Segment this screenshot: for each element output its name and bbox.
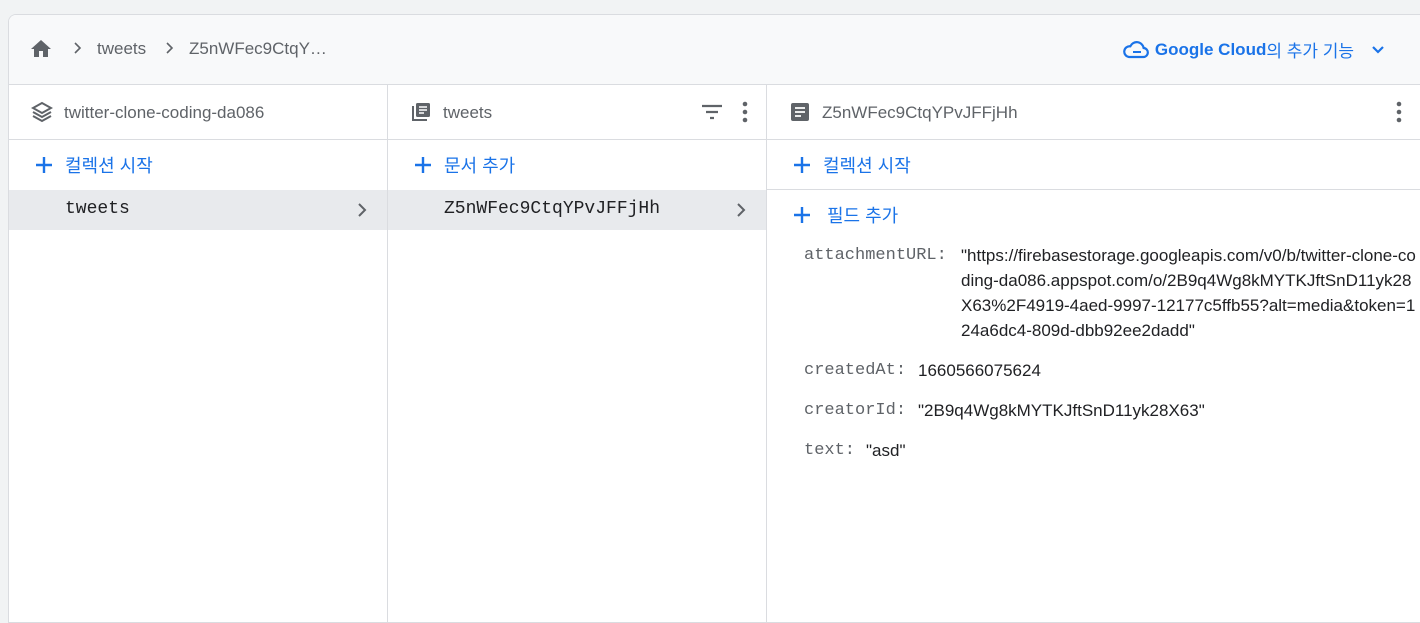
start-collection-label: 컬렉션 시작	[65, 156, 153, 176]
list-item-document[interactable]: Z5nWFec9CtqYPvJFFjHh	[388, 190, 766, 230]
collection-title: tweets	[443, 103, 493, 122]
plus-icon	[794, 207, 810, 223]
field-value: "2B9q4Wg8kMYTKJftSnD11yk28X63"	[918, 401, 1205, 420]
google-cloud-suffix: 의 추가 기능	[1266, 42, 1354, 61]
root-column-header: twitter-clone-coding-da086	[9, 85, 387, 140]
chevron-down-icon	[1372, 45, 1384, 54]
field-key: text:	[804, 441, 856, 460]
document-title: Z5nWFec9CtqYPvJFFjHh	[822, 103, 1018, 122]
list-item-collection[interactable]: tweets	[9, 190, 387, 230]
more-vert-icon[interactable]	[1395, 100, 1403, 124]
chevron-right-icon	[74, 42, 82, 54]
field-list: attachmentURL: "https://firebasestorage.…	[767, 243, 1420, 478]
add-field-button[interactable]: 필드 추가	[767, 190, 1420, 240]
field-value: "asd"	[866, 441, 906, 460]
chevron-right-icon	[737, 203, 746, 217]
project-title: twitter-clone-coding-da086	[64, 103, 265, 122]
add-document-button[interactable]: 문서 추가	[388, 140, 766, 190]
start-subcollection-label: 컬렉션 시작	[823, 156, 911, 176]
document-column: Z5nWFec9CtqYPvJFFjHh 컬렉션 시작 필드 추가 attach…	[767, 85, 1420, 622]
collection-name: tweets	[65, 199, 130, 219]
breadcrumb-bar: tweets Z5nWFec9CtqY… Google Cloud 의 추가 기…	[9, 15, 1420, 85]
collection-column-header: tweets	[388, 85, 766, 140]
plus-icon	[36, 157, 52, 173]
start-subcollection-button[interactable]: 컬렉션 시작	[767, 140, 1420, 190]
field-key: attachmentURL:	[804, 246, 947, 265]
field-row[interactable]: attachmentURL: "https://firebasestorage.…	[767, 243, 1420, 343]
chevron-right-icon	[166, 42, 174, 54]
field-row[interactable]: text: "asd"	[767, 438, 1420, 463]
breadcrumb-item-tweets[interactable]: tweets	[97, 39, 146, 59]
home-icon[interactable]	[29, 37, 53, 61]
plus-icon	[794, 157, 810, 173]
start-collection-button[interactable]: 컬렉션 시작	[9, 140, 387, 190]
more-vert-icon[interactable]	[741, 100, 749, 124]
firestore-panel: tweets Z5nWFec9CtqY… Google Cloud 의 추가 기…	[8, 14, 1420, 623]
field-key: createdAt:	[804, 361, 907, 380]
google-cloud-extras-button[interactable]: Google Cloud 의 추가 기능	[1122, 37, 1390, 62]
add-document-label: 문서 추가	[444, 156, 516, 176]
collection-icon	[412, 103, 430, 121]
breadcrumb-item-document[interactable]: Z5nWFec9CtqY…	[189, 39, 327, 59]
database-icon	[31, 101, 53, 123]
field-value: "https://firebasestorage.googleapis.com/…	[961, 246, 1416, 340]
collection-column: tweets 문서 추가 Z5nWFec9CtqYPvJFFjHh	[388, 85, 767, 622]
plus-icon	[415, 157, 431, 173]
google-cloud-brand: Google Cloud	[1154, 39, 1267, 59]
chevron-right-icon	[358, 203, 367, 217]
document-column-header: Z5nWFec9CtqYPvJFFjHh	[767, 85, 1420, 140]
add-field-label: 필드 추가	[827, 206, 899, 226]
root-column: twitter-clone-coding-da086 컬렉션 시작 tweets	[9, 85, 388, 622]
field-row[interactable]: creatorId: "2B9q4Wg8kMYTKJftSnD11yk28X63…	[767, 398, 1420, 423]
cloud-icon	[1123, 40, 1149, 58]
field-value: 1660566075624	[918, 361, 1041, 380]
document-id: Z5nWFec9CtqYPvJFFjHh	[444, 199, 661, 219]
filter-icon[interactable]	[700, 101, 724, 123]
field-key: creatorId:	[804, 401, 907, 420]
field-row[interactable]: createdAt: 1660566075624	[767, 358, 1420, 383]
document-icon	[791, 103, 809, 121]
